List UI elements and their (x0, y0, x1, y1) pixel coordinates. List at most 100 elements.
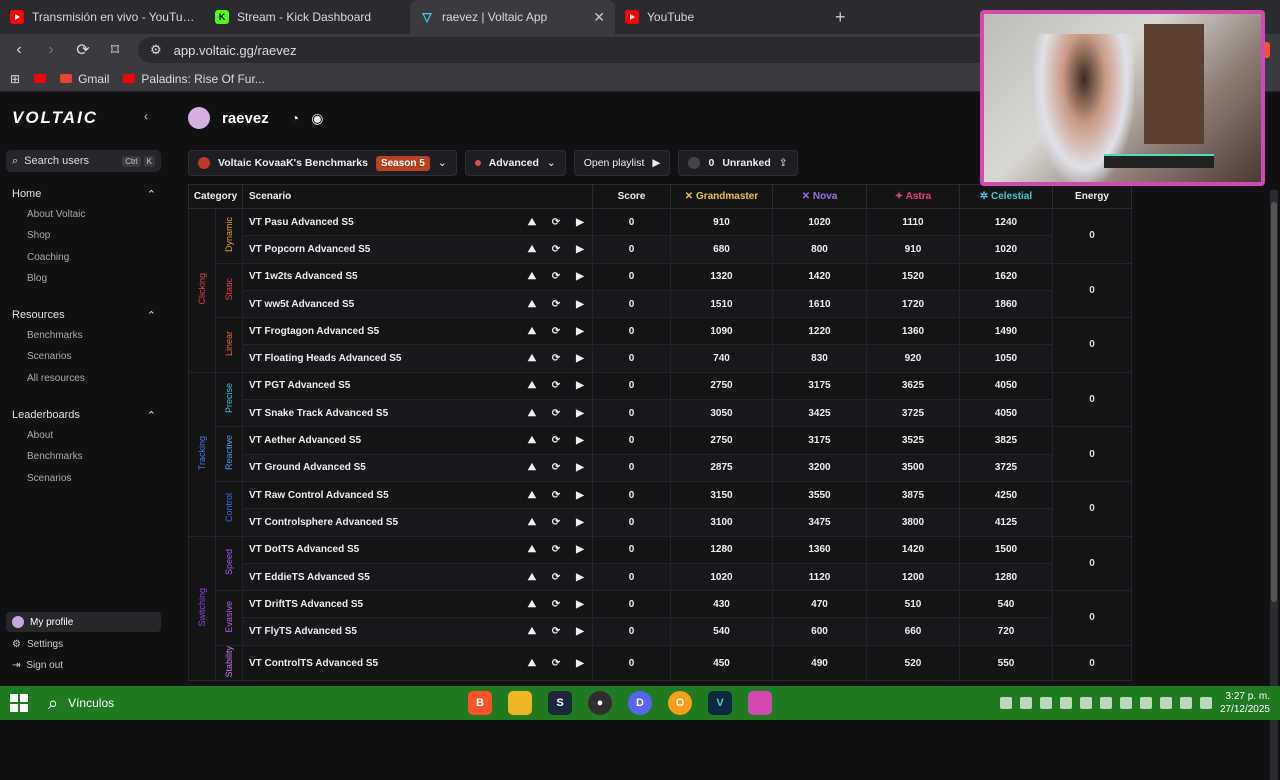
sidebar-item[interactable]: Scenarios (12, 346, 156, 367)
play-icon[interactable]: ▶ (568, 462, 592, 473)
scenario-cell[interactable]: VT Raw Control Advanced S5 ⛰ ⟳ ▶ (242, 480, 593, 510)
refresh-icon[interactable]: ⟳ (544, 271, 568, 282)
scenario-cell[interactable]: VT FlyTS Advanced S5 ⛰ ⟳ ▶ (242, 617, 593, 646)
tab-2[interactable]: ▽ raevez | Voltaic App ✕ (410, 0, 615, 34)
bookmark-paladins[interactable]: Paladins: Rise Of Fur... (123, 72, 265, 86)
steam-icon[interactable]: S (548, 691, 572, 715)
chart-icon[interactable]: ⛰ (520, 353, 544, 364)
play-icon[interactable]: ▶ (568, 599, 592, 610)
play-icon[interactable]: ▶ (568, 626, 592, 637)
scenario-cell[interactable]: VT ControlTS Advanced S5 ⛰ ⟳ ▶ (242, 644, 593, 682)
scenario-cell[interactable]: VT Frogtagon Advanced S5 ⛰ ⟳ ▶ (242, 317, 593, 346)
scenario-cell[interactable]: VT DotTS Advanced S5 ⛰ ⟳ ▶ (242, 535, 593, 564)
play-icon[interactable]: ▶ (568, 299, 592, 310)
scenario-cell[interactable]: VT Floating Heads Advanced S5 ⛰ ⟳ ▶ (242, 344, 593, 373)
sign-out-link[interactable]: ⇥ Sign out (6, 655, 161, 675)
tab-1[interactable]: K Stream - Kick Dashboard (205, 0, 410, 34)
rank-badge[interactable]: 0 Unranked ⇪ (678, 150, 798, 176)
refresh-icon[interactable]: ⟳ (544, 490, 568, 501)
discord-icon[interactable]: ◉ (311, 110, 323, 127)
overwatch-icon[interactable]: O (668, 691, 692, 715)
sidebar-item[interactable]: Coaching (12, 247, 156, 268)
chart-icon[interactable]: ⛰ (520, 217, 544, 228)
sidebar-item[interactable]: About (12, 425, 156, 446)
refresh-icon[interactable]: ⟳ (544, 244, 568, 255)
sidebar-item[interactable]: All resources (12, 368, 156, 389)
play-icon[interactable]: ▶ (568, 658, 592, 669)
difficulty-select[interactable]: Advanced ⌄ (464, 150, 566, 176)
refresh-icon[interactable]: ⟳ (544, 299, 568, 310)
sidebar-item[interactable]: Scenarios (12, 468, 156, 489)
scenario-cell[interactable]: VT ww5t Advanced S5 ⛰ ⟳ ▶ (242, 289, 593, 319)
app-icon[interactable] (748, 691, 772, 715)
chart-icon[interactable]: ⛰ (520, 658, 544, 669)
play-icon[interactable]: ▶ (568, 380, 592, 391)
play-icon[interactable]: ▶ (568, 326, 592, 337)
scenario-cell[interactable]: VT Snake Track Advanced S5 ⛰ ⟳ ▶ (242, 399, 593, 428)
taskbar-search[interactable]: ⌕ Vínculos (48, 693, 468, 714)
clock[interactable]: 3:27 p. m. 27/12/2025 (1220, 690, 1270, 716)
scenario-cell[interactable]: VT EddieTS Advanced S5 ⛰ ⟳ ▶ (242, 562, 593, 592)
refresh-icon[interactable]: ⟳ (544, 353, 568, 364)
refresh-icon[interactable]: ⟳ (544, 544, 568, 555)
file-explorer-icon[interactable] (508, 691, 532, 715)
refresh-icon[interactable]: ⟳ (544, 462, 568, 473)
scenario-cell[interactable]: VT Popcorn Advanced S5 ⛰ ⟳ ▶ (242, 235, 593, 264)
site-info-icon[interactable]: ⚙ (150, 42, 162, 58)
chart-icon[interactable]: ⛰ (520, 435, 544, 446)
chart-icon[interactable]: ⛰ (520, 408, 544, 419)
voltaic-logo[interactable]: VOLTAIC (12, 108, 98, 128)
scenario-cell[interactable]: VT DriftTS Advanced S5 ⛰ ⟳ ▶ (242, 590, 593, 619)
my-profile-link[interactable]: My profile (6, 612, 161, 632)
chart-icon[interactable]: ⛰ (520, 572, 544, 583)
benchmark-select[interactable]: Voltaic KovaaK's Benchmarks Season 5 ⌄ (188, 150, 457, 176)
scenario-cell[interactable]: VT 1w2ts Advanced S5 ⛰ ⟳ ▶ (242, 262, 593, 291)
collapse-sidebar-icon[interactable]: ‹ (144, 109, 148, 123)
play-icon[interactable]: ▶ (568, 217, 592, 228)
url-text[interactable]: app.voltaic.gg/raevez (174, 43, 297, 58)
scenario-cell[interactable]: VT Controlsphere Advanced S5 ⛰ ⟳ ▶ (242, 508, 593, 537)
sidebar-item[interactable]: Shop (12, 225, 156, 246)
chart-icon[interactable]: ⛰ (520, 544, 544, 555)
chart-icon[interactable]: ⛰ (520, 271, 544, 282)
chart-icon[interactable]: ⛰ (520, 380, 544, 391)
windows-start-icon[interactable] (10, 694, 28, 712)
obs-icon[interactable]: ● (588, 691, 612, 715)
search-users-input[interactable]: ⌕ Search users Ctrl K (6, 150, 161, 172)
sidebar-item[interactable]: Blog (12, 268, 156, 289)
scenario-cell[interactable]: VT Aether Advanced S5 ⛰ ⟳ ▶ (242, 426, 593, 455)
play-icon[interactable]: ▶ (568, 353, 592, 364)
sidebar-item[interactable]: Benchmarks (12, 325, 156, 346)
chart-icon[interactable]: ⛰ (520, 517, 544, 528)
refresh-icon[interactable]: ⟳ (544, 599, 568, 610)
apps-icon[interactable]: ⊞ (10, 72, 20, 86)
chart-icon[interactable]: ⛰ (520, 490, 544, 501)
forward-icon[interactable]: › (42, 41, 60, 59)
brave-icon[interactable]: B (468, 691, 492, 715)
bookmark-youtube[interactable] (34, 74, 47, 83)
scenario-cell[interactable]: VT Ground Advanced S5 ⛰ ⟳ ▶ (242, 453, 593, 482)
refresh-icon[interactable]: ⟳ (544, 326, 568, 337)
tab-0[interactable]: Transmisión en vivo - YouTube Studio (0, 0, 205, 34)
chart-icon[interactable]: ⛰ (520, 299, 544, 310)
new-tab-button[interactable]: + (835, 7, 846, 28)
chart-icon[interactable]: ⛰ (520, 244, 544, 255)
settings-link[interactable]: ⚙ Settings (6, 634, 161, 654)
sidebar-item[interactable]: Benchmarks (12, 446, 156, 467)
discord-icon[interactable]: D (628, 691, 652, 715)
refresh-icon[interactable]: ⟳ (544, 380, 568, 391)
chart-icon[interactable]: ⛰ (520, 326, 544, 337)
play-icon[interactable]: ▶ (568, 271, 592, 282)
chart-icon[interactable]: ⛰ (520, 599, 544, 610)
reload-icon[interactable]: ⟳ (74, 40, 92, 60)
play-icon[interactable]: ▶ (568, 408, 592, 419)
tab-3[interactable]: YouTube (615, 0, 820, 34)
scenario-cell[interactable]: VT Pasu Advanced S5 ⛰ ⟳ ▶ (242, 207, 593, 237)
refresh-icon[interactable]: ⟳ (544, 435, 568, 446)
play-icon[interactable]: ▶ (568, 244, 592, 255)
refresh-icon[interactable]: ⟳ (544, 626, 568, 637)
play-icon[interactable]: ▶ (568, 517, 592, 528)
play-icon[interactable]: ▶ (568, 490, 592, 501)
play-icon[interactable]: ▶ (568, 435, 592, 446)
chart-icon[interactable]: ⛰ (520, 626, 544, 637)
